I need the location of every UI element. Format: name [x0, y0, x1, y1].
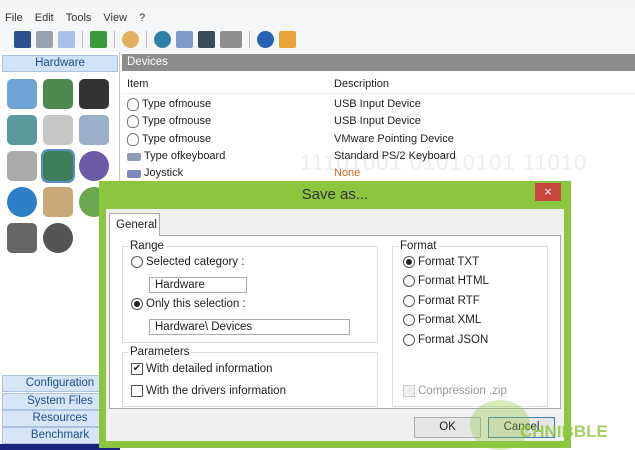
drivers-info-checkbox[interactable]: With the drivers information: [131, 385, 286, 397]
table-row[interactable]: Type ofmouse USB Input Device: [122, 113, 635, 130]
top-strip: [0, 0, 635, 8]
parameters-group: Parameters ✔ With detailed information Wi…: [122, 346, 378, 407]
dialog-title: Save as...: [301, 186, 369, 203]
range-group: Range Selected category : Hardware Only …: [122, 240, 378, 343]
column-item[interactable]: Item: [127, 78, 148, 90]
close-button[interactable]: ×: [535, 183, 561, 201]
mouse-icon: [127, 133, 139, 146]
joystick-icon: [127, 169, 141, 178]
camera-dropdown-icon[interactable]: [220, 31, 242, 48]
separator: [114, 31, 115, 48]
format-json-radio[interactable]: Format JSON: [403, 334, 488, 346]
separator: [146, 31, 147, 48]
motherboard-icon[interactable]: [198, 31, 215, 48]
detailed-info-checkbox[interactable]: ✔ With detailed information: [131, 363, 273, 375]
menu-tools[interactable]: Tools: [66, 12, 92, 24]
menu-help[interactable]: ?: [139, 12, 145, 24]
disk-icon[interactable]: [79, 115, 109, 145]
watermark-text: CHNIBBLE: [520, 422, 608, 441]
tools-icon[interactable]: [7, 115, 37, 145]
category-field[interactable]: Hardware: [149, 277, 247, 293]
menu-edit[interactable]: Edit: [35, 12, 54, 24]
description-cell: VMware Pointing Device: [334, 133, 454, 145]
parameters-label: Parameters: [128, 346, 192, 358]
column-headers: Item Description: [122, 74, 635, 94]
home-icon[interactable]: [279, 31, 296, 48]
compression-checkbox: Compression .zip: [403, 385, 507, 397]
format-label: Format: [398, 240, 439, 252]
mouse-icon: [127, 98, 139, 111]
print-icon[interactable]: [36, 31, 53, 48]
sound-icon[interactable]: [79, 151, 109, 181]
item-cell: Type ofmouse: [142, 133, 212, 145]
copy-icon[interactable]: [58, 31, 75, 48]
item-cell: Joystick: [144, 167, 184, 179]
refresh-icon[interactable]: [90, 31, 107, 48]
format-xml-radio[interactable]: Format XML: [403, 314, 481, 326]
keyboard-icon: [127, 152, 141, 161]
description-cell: Standard PS/2 Keyboard: [334, 150, 456, 162]
category-icons: [4, 76, 112, 256]
format-txt-radio[interactable]: Format TXT: [403, 256, 479, 268]
format-rtf-radio[interactable]: Format RTF: [403, 295, 480, 307]
drive-icon[interactable]: [7, 223, 37, 253]
menu-file[interactable]: File: [5, 12, 23, 24]
network-icon[interactable]: [154, 31, 171, 48]
table-row[interactable]: Joystick None: [122, 165, 635, 182]
hardware-icon[interactable]: [176, 31, 193, 48]
chip-icon[interactable]: [79, 79, 109, 109]
computer-icon[interactable]: [7, 79, 37, 109]
item-cell: Type ofmouse: [142, 115, 212, 127]
selection-field[interactable]: Hardware\ Devices: [149, 319, 350, 335]
printer-icon[interactable]: [7, 151, 37, 181]
motherboard-icon[interactable]: [43, 79, 73, 109]
devices-header: Devices: [122, 54, 635, 71]
description-cell: USB Input Device: [334, 115, 421, 127]
item-cell: Type ofmouse: [142, 98, 212, 110]
mouse-icon: [127, 115, 139, 128]
sidebar-item-hardware[interactable]: Hardware: [2, 55, 118, 72]
selected-category-radio[interactable]: Selected category :: [131, 256, 244, 268]
table-row[interactable]: Type ofmouse VMware Pointing Device: [122, 131, 635, 148]
toolbar: [0, 27, 635, 52]
only-selection-radio[interactable]: Only this selection :: [131, 298, 246, 310]
search-icon[interactable]: [122, 31, 139, 48]
usb-icon[interactable]: [43, 187, 73, 217]
help-icon[interactable]: [257, 31, 274, 48]
separator: [249, 31, 250, 48]
table-row[interactable]: Type ofkeyboard Standard PS/2 Keyboard: [122, 148, 635, 165]
save-icon[interactable]: [14, 31, 31, 48]
menu-bar: File Edit Tools View ?: [0, 8, 635, 27]
general-panel: Range Selected category : Hardware Only …: [109, 235, 561, 409]
column-description[interactable]: Description: [334, 78, 389, 90]
item-cell: Type ofkeyboard: [144, 150, 226, 162]
format-html-radio[interactable]: Format HTML: [403, 275, 489, 287]
port-icon[interactable]: [43, 115, 73, 145]
gauge-icon[interactable]: [43, 223, 73, 253]
tab-general[interactable]: General: [109, 213, 160, 236]
devices-icon[interactable]: [41, 149, 75, 183]
table-row[interactable]: Type ofmouse USB Input Device: [122, 96, 635, 113]
network-icon[interactable]: [7, 187, 37, 217]
format-group: Format Format TXT Format HTML Format RTF…: [392, 240, 548, 407]
description-cell: USB Input Device: [334, 98, 421, 110]
range-label: Range: [128, 240, 166, 252]
menu-view[interactable]: View: [103, 12, 127, 24]
description-cell: None: [334, 167, 361, 179]
separator: [82, 31, 83, 48]
